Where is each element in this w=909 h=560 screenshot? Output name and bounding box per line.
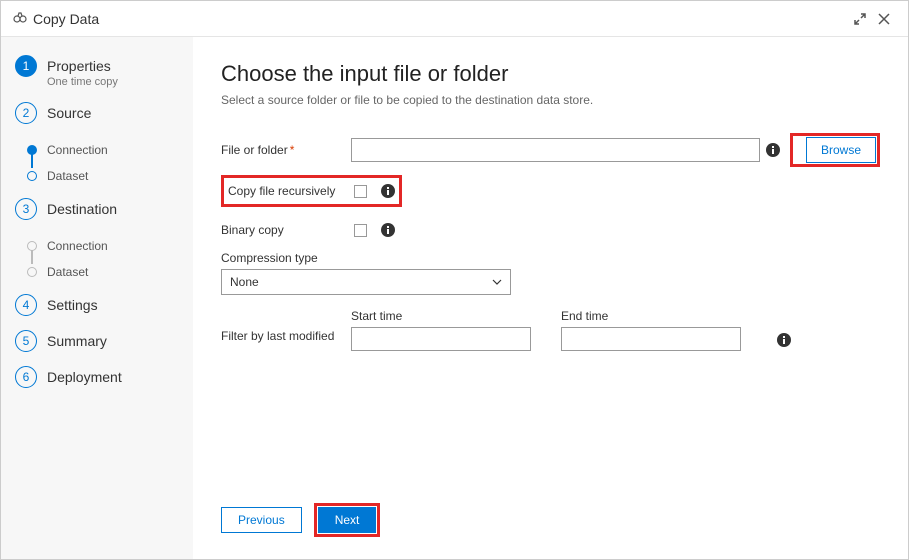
main-panel: Choose the input file or folder Select a… (193, 37, 908, 559)
step-label: Settings (47, 294, 98, 314)
step-number-icon: 6 (15, 366, 37, 388)
step-deployment[interactable]: 6 Deployment (15, 366, 181, 388)
step-label: Source (47, 102, 91, 122)
page-subtitle: Select a source folder or file to be cop… (221, 93, 880, 107)
highlight-browse: Browse (790, 133, 880, 167)
close-icon[interactable] (872, 7, 896, 31)
copy-data-icon (13, 11, 27, 26)
binary-copy-checkbox[interactable] (354, 224, 367, 237)
copy-recursive-label: Copy file recursively (228, 184, 354, 198)
compression-value: None (230, 275, 259, 289)
window-title: Copy Data (33, 11, 99, 27)
wizard-footer: Previous Next (221, 491, 880, 543)
step-destination[interactable]: 3 Destination (15, 198, 181, 220)
binary-copy-row: Binary copy (221, 219, 880, 241)
end-time-label: End time (561, 309, 741, 323)
step-number-icon: 5 (15, 330, 37, 352)
copy-recursive-row: Copy file recursively (228, 180, 395, 202)
highlight-recursive: Copy file recursively (221, 175, 402, 207)
file-folder-row: File or folder* Browse (221, 133, 880, 167)
info-icon[interactable] (381, 184, 395, 198)
compression-select[interactable]: None (221, 269, 511, 295)
substeps-destination: Connection Dataset (25, 234, 181, 284)
substep-dataset[interactable]: Dataset (25, 164, 181, 188)
info-icon[interactable] (777, 333, 791, 347)
substeps-source: Connection Dataset (25, 138, 181, 188)
next-button[interactable]: Next (318, 507, 377, 533)
title-bar: Copy Data (1, 1, 908, 37)
filter-label: Filter by last modified (221, 309, 351, 351)
highlight-next: Next (314, 503, 381, 537)
step-summary[interactable]: 5 Summary (15, 330, 181, 352)
info-icon[interactable] (766, 143, 780, 157)
browse-button[interactable]: Browse (806, 137, 876, 163)
substep-dot-icon (27, 171, 37, 181)
wizard-sidebar: 1 Properties One time copy 2 Source Conn… (1, 37, 193, 559)
compression-label: Compression type (221, 251, 880, 265)
file-folder-label: File or folder* (221, 143, 351, 157)
chevron-down-icon (492, 277, 502, 287)
end-time-col: End time (561, 309, 741, 351)
step-properties[interactable]: 1 Properties One time copy (15, 55, 181, 88)
previous-button[interactable]: Previous (221, 507, 302, 533)
step-number-icon: 4 (15, 294, 37, 316)
substep-connection[interactable]: Connection (25, 234, 181, 258)
copy-recursive-checkbox[interactable] (354, 185, 367, 198)
page-title: Choose the input file or folder (221, 61, 880, 87)
info-icon[interactable] (381, 223, 395, 237)
step-source[interactable]: 2 Source (15, 102, 181, 124)
substep-dot-icon (27, 267, 37, 277)
step-settings[interactable]: 4 Settings (15, 294, 181, 316)
step-number-icon: 3 (15, 198, 37, 220)
start-time-label: Start time (351, 309, 531, 323)
file-folder-input[interactable] (351, 138, 760, 162)
start-time-col: Start time (351, 309, 531, 351)
step-sublabel: One time copy (47, 76, 118, 88)
step-label: Properties (47, 55, 118, 75)
start-time-input[interactable] (351, 327, 531, 351)
step-label: Deployment (47, 366, 122, 386)
filter-time-row: Filter by last modified Start time End t… (221, 309, 880, 351)
substep-dataset[interactable]: Dataset (25, 260, 181, 284)
step-number-icon: 2 (15, 102, 37, 124)
step-label: Summary (47, 330, 107, 350)
binary-copy-label: Binary copy (221, 223, 354, 237)
step-number-icon: 1 (15, 55, 37, 77)
maximize-icon[interactable] (848, 7, 872, 31)
step-label: Destination (47, 198, 117, 218)
substep-connection[interactable]: Connection (25, 138, 181, 162)
end-time-input[interactable] (561, 327, 741, 351)
